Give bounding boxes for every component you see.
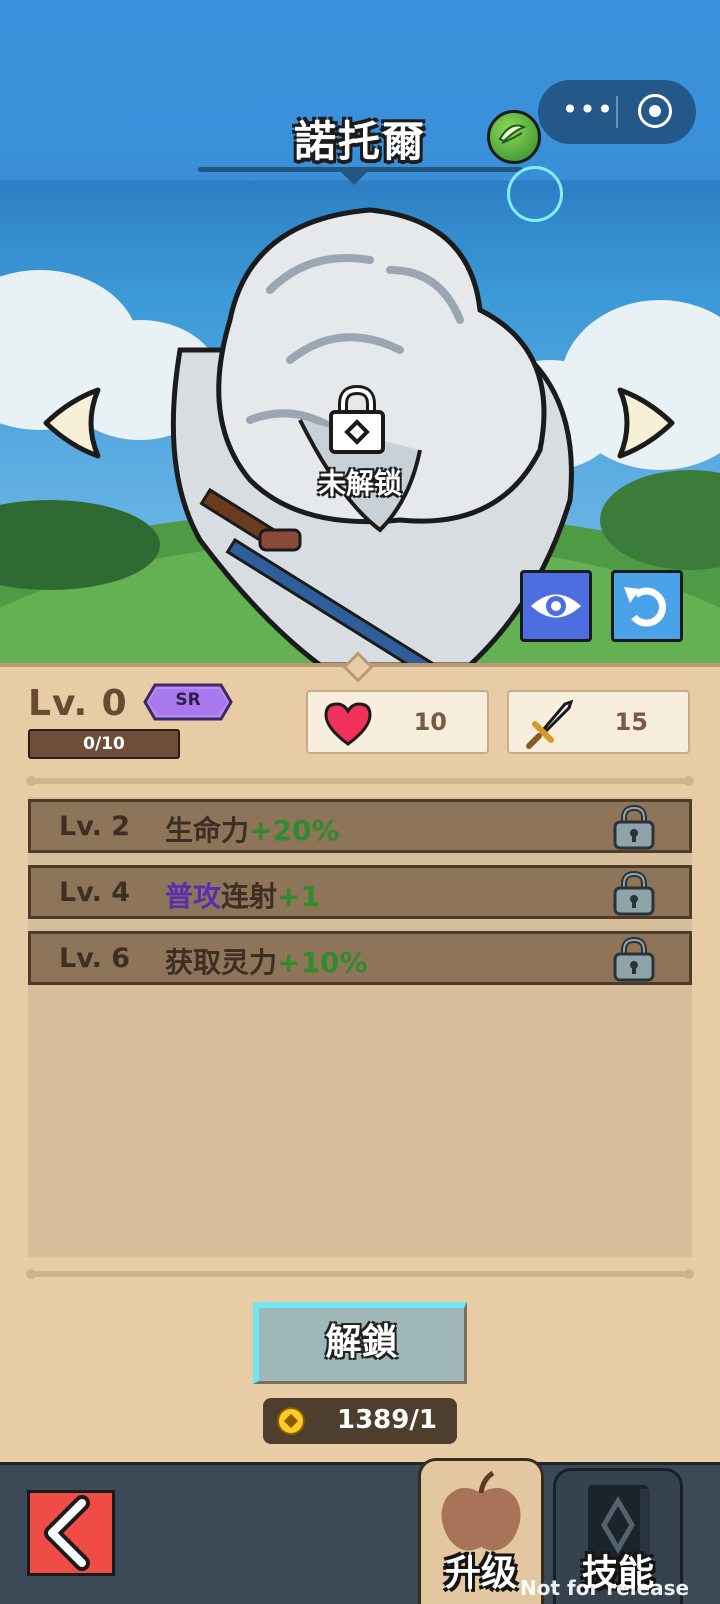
divider: [26, 1269, 694, 1279]
unlock-button[interactable]: 解鎖: [253, 1302, 467, 1384]
rotate-button[interactable]: [611, 570, 683, 642]
lock-status-label: 未解锁: [317, 467, 402, 500]
skill-level: Lv. 2: [59, 811, 131, 842]
heart-icon: [324, 702, 372, 746]
padlock-icon: [613, 804, 655, 850]
attack-stat: 15: [507, 690, 690, 754]
padlock-icon: [613, 870, 655, 916]
level-label: Lv. 0: [28, 683, 128, 724]
skill-row[interactable]: Lv. 4 普攻连射+1: [28, 865, 692, 919]
watermark: Not for release: [520, 1576, 690, 1600]
eye-icon: [531, 594, 581, 618]
unlock-cost: 1389/1: [263, 1398, 457, 1444]
skill-description: 获取灵力+10%: [165, 946, 368, 979]
back-arrow-icon: [44, 1495, 90, 1571]
cost-value: 1389/1: [337, 1405, 437, 1435]
back-button[interactable]: [27, 1490, 115, 1576]
divider: [26, 776, 694, 786]
preview-button[interactable]: [520, 570, 592, 642]
rarity-label: SR: [175, 690, 201, 710]
title-notch: [340, 171, 368, 185]
refresh-icon: [624, 587, 667, 627]
exp-progress-bar: 0/10: [28, 729, 180, 759]
next-character-button[interactable]: [612, 384, 678, 462]
lock-icon: [325, 384, 389, 456]
hp-value: 10: [413, 708, 447, 736]
more-dots-icon[interactable]: •••: [558, 92, 618, 132]
skill-level: Lv. 4: [59, 877, 131, 908]
target-close-icon[interactable]: [638, 94, 672, 128]
skill-level: Lv. 6: [59, 943, 131, 974]
coin-icon: [277, 1407, 305, 1435]
skill-row[interactable]: Lv. 2 生命力+20%: [28, 799, 692, 853]
capsule-divider: [616, 96, 618, 128]
chevron-right-icon: [617, 387, 675, 459]
chevron-left-icon: [43, 387, 101, 459]
skill-row[interactable]: Lv. 6 获取灵力+10%: [28, 931, 692, 985]
rarity-badge: SR: [143, 683, 233, 721]
prev-character-button[interactable]: [40, 384, 106, 462]
leaf-element-icon: [487, 110, 541, 164]
padlock-icon: [613, 936, 655, 982]
skill-description: 普攻连射+1: [165, 880, 320, 913]
hp-stat: 10: [306, 690, 489, 754]
miniprogram-capsule: •••: [538, 80, 696, 144]
skill-description: 生命力+20%: [165, 814, 340, 847]
sword-icon: [526, 699, 574, 749]
attack-value: 15: [614, 708, 648, 736]
